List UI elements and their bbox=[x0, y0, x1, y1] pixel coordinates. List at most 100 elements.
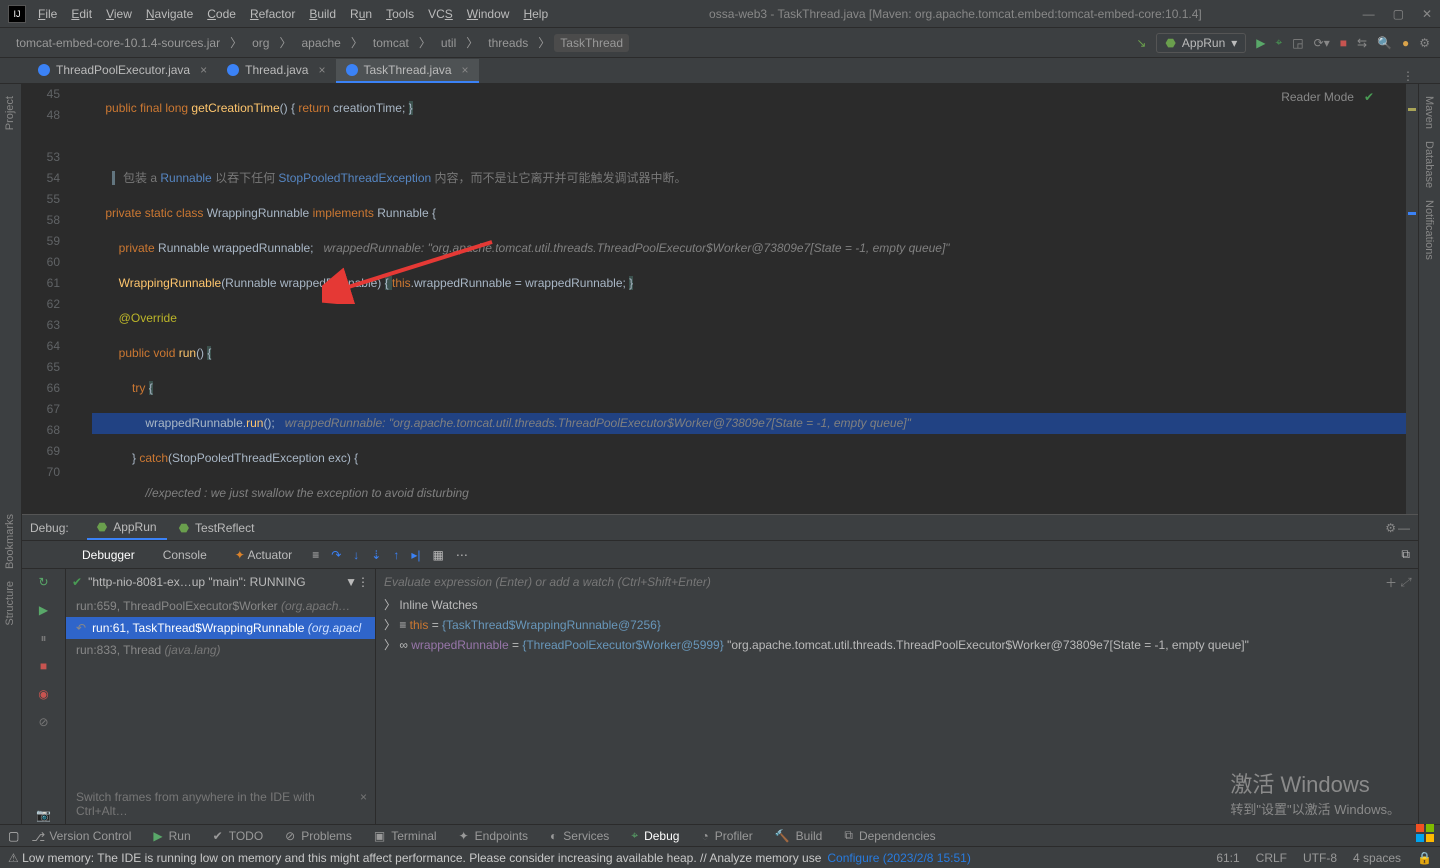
close-tab-icon[interactable]: × bbox=[318, 63, 325, 77]
build-icon[interactable]: ↘ bbox=[1136, 36, 1146, 50]
line-separator[interactable]: CRLF bbox=[1256, 851, 1287, 865]
tool-structure[interactable]: Structure bbox=[4, 581, 16, 626]
crumb-util[interactable]: util bbox=[435, 34, 462, 52]
crumb-jar[interactable]: tomcat-embed-core-10.1.4-sources.jar bbox=[10, 34, 226, 52]
btab-run[interactable]: ▶Run bbox=[143, 827, 200, 845]
expand-icon[interactable]: ⤢ bbox=[1400, 575, 1410, 590]
console-subtab[interactable]: Console bbox=[155, 544, 215, 566]
watches-group[interactable]: 〉 Inline Watches bbox=[376, 595, 1418, 615]
readonly-lock-icon[interactable]: 🔒 bbox=[1417, 851, 1432, 865]
close-tab-icon[interactable]: × bbox=[200, 63, 207, 77]
frame-row[interactable]: run:659, ThreadPoolExecutor$Worker (org.… bbox=[66, 595, 375, 617]
fold-column[interactable] bbox=[72, 84, 92, 514]
force-step-into-icon[interactable]: ⇣ bbox=[371, 548, 381, 562]
crumb-threads[interactable]: threads bbox=[482, 34, 534, 52]
menu-view[interactable]: View bbox=[106, 7, 132, 21]
frames-more-icon[interactable]: ⋮ bbox=[357, 575, 369, 589]
menu-run[interactable]: Run bbox=[350, 7, 372, 21]
actuator-subtab[interactable]: ✦ Actuator bbox=[227, 544, 300, 566]
layout-icon[interactable]: ≡ bbox=[312, 548, 319, 562]
frame-row-selected[interactable]: ↶run:61, TaskThread$WrappingRunnable (or… bbox=[66, 617, 375, 639]
pause-icon[interactable]: ⏸ bbox=[35, 629, 53, 647]
caret-position[interactable]: 61:1 bbox=[1216, 851, 1239, 865]
profile-icon[interactable]: ⟳▾ bbox=[1314, 36, 1330, 50]
maximize-icon[interactable]: ▢ bbox=[1393, 7, 1404, 21]
thread-selector[interactable]: ✔ "http-nio-8081-ex…up "main": RUNNING ▼… bbox=[66, 569, 375, 595]
btab-problems[interactable]: ⊘Problems bbox=[275, 827, 362, 845]
menu-help[interactable]: Help bbox=[523, 7, 548, 21]
debug-icon[interactable]: ⌖ bbox=[1276, 35, 1283, 50]
stop-icon[interactable]: ■ bbox=[1340, 36, 1347, 50]
crumb-org[interactable]: org bbox=[246, 34, 275, 52]
menu-code[interactable]: Code bbox=[207, 7, 236, 21]
frame-row[interactable]: run:833, Thread (java.lang) bbox=[66, 639, 375, 661]
crumb-tomcat[interactable]: tomcat bbox=[367, 34, 415, 52]
translate-icon[interactable]: ⇆ bbox=[1357, 36, 1367, 50]
editor-scrollbar[interactable] bbox=[1406, 84, 1418, 514]
menu-refactor[interactable]: Refactor bbox=[250, 7, 295, 21]
code-area[interactable]: public final long getCreationTime() { re… bbox=[92, 84, 1418, 514]
tab-taskthread[interactable]: TaskThread.java× bbox=[336, 59, 479, 83]
btab-version-control[interactable]: ⎇Version Control bbox=[21, 827, 141, 845]
mute-breakpoints-icon[interactable]: ⊘ bbox=[35, 713, 53, 731]
run-config-selector[interactable]: ⬣ AppRun ▾ bbox=[1156, 33, 1246, 53]
filter-icon[interactable]: ▼ bbox=[345, 575, 357, 589]
btab-debug[interactable]: ⌖Debug bbox=[621, 826, 689, 845]
step-into-icon[interactable]: ↓ bbox=[353, 548, 359, 562]
camera-icon[interactable]: 📷 bbox=[35, 806, 53, 824]
step-over-icon[interactable]: ↷ bbox=[331, 548, 341, 562]
tool-bookmarks[interactable]: Bookmarks bbox=[4, 514, 16, 569]
btab-terminal[interactable]: ▣Terminal bbox=[364, 827, 447, 845]
stop-debug-icon[interactable]: ■ bbox=[35, 657, 53, 675]
run-icon[interactable]: ▶ bbox=[1256, 36, 1265, 50]
tab-threadpoolexecutor[interactable]: ThreadPoolExecutor.java× bbox=[28, 59, 217, 83]
search-icon[interactable]: 🔍 bbox=[1377, 36, 1392, 50]
settings-icon[interactable]: ⚙ bbox=[1419, 36, 1430, 50]
variable-this[interactable]: 〉 ≡ this = {TaskThread$WrappingRunnable@… bbox=[376, 615, 1418, 635]
close-hint-icon[interactable]: × bbox=[360, 790, 367, 804]
indent-setting[interactable]: 4 spaces bbox=[1353, 851, 1401, 865]
tool-database[interactable]: Database bbox=[1423, 141, 1435, 188]
sync-icon[interactable]: ● bbox=[1402, 36, 1409, 50]
tab-thread[interactable]: Thread.java× bbox=[217, 59, 335, 83]
debug-settings-icon[interactable]: ⚙ bbox=[1385, 521, 1396, 535]
menu-file[interactable]: File bbox=[38, 7, 57, 21]
status-warn-icon[interactable]: ⚠ bbox=[8, 851, 19, 865]
step-out-icon[interactable]: ↑ bbox=[393, 548, 399, 562]
tool-window-quick-access-icon[interactable]: ▢ bbox=[8, 829, 19, 843]
code-editor[interactable]: Reader Mode ✔ 4548 535455 585960 616263 … bbox=[22, 84, 1418, 514]
debug-tab-apprun[interactable]: ⬣AppRun bbox=[87, 516, 167, 540]
add-watch-icon[interactable]: ＋ bbox=[1385, 574, 1397, 591]
crumb-class[interactable]: TaskThread bbox=[554, 34, 629, 52]
btab-endpoints[interactable]: ✦Endpoints bbox=[449, 827, 538, 845]
tool-project[interactable]: Project bbox=[4, 96, 16, 130]
menu-window[interactable]: Window bbox=[467, 7, 510, 21]
thread-dump-icon[interactable]: ⧉ bbox=[1401, 547, 1410, 562]
crumb-apache[interactable]: apache bbox=[295, 34, 346, 52]
menu-edit[interactable]: Edit bbox=[71, 7, 92, 21]
view-breakpoints-icon[interactable]: ◉ bbox=[35, 685, 53, 703]
btab-build[interactable]: 🔨Build bbox=[765, 827, 833, 845]
file-encoding[interactable]: UTF-8 bbox=[1303, 851, 1337, 865]
btab-todo[interactable]: ✔TODO bbox=[203, 827, 274, 845]
menu-build[interactable]: Build bbox=[309, 7, 336, 21]
rerun-icon[interactable]: ↻ bbox=[35, 573, 53, 591]
minimize-icon[interactable]: — bbox=[1363, 7, 1375, 21]
btab-profiler[interactable]: ◔Profiler bbox=[691, 827, 762, 845]
tool-maven[interactable]: Maven bbox=[1423, 96, 1435, 129]
tab-overflow-icon[interactable]: ⋮ bbox=[1402, 69, 1414, 83]
btab-services[interactable]: ◐Services bbox=[540, 827, 619, 845]
menu-tools[interactable]: Tools bbox=[386, 7, 414, 21]
status-configure-link[interactable]: Configure (2023/2/8 15:51) bbox=[827, 851, 970, 865]
debug-tab-testreflect[interactable]: ⬣TestReflect bbox=[169, 517, 265, 539]
btab-dependencies[interactable]: ⧉Dependencies bbox=[834, 826, 945, 845]
run-to-cursor-icon[interactable]: ▸| bbox=[411, 548, 420, 562]
resume-icon[interactable]: ▶ bbox=[35, 601, 53, 619]
more-icon[interactable]: ⋯ bbox=[456, 548, 468, 562]
evaluate-icon[interactable]: ▦ bbox=[432, 548, 443, 562]
debugger-subtab[interactable]: Debugger bbox=[74, 544, 143, 566]
coverage-icon[interactable]: ◲ bbox=[1292, 36, 1303, 50]
tool-notifications[interactable]: Notifications bbox=[1423, 200, 1435, 260]
evaluate-input[interactable]: Evaluate expression (Enter) or add a wat… bbox=[376, 569, 1418, 595]
close-tab-icon[interactable]: × bbox=[462, 63, 469, 77]
